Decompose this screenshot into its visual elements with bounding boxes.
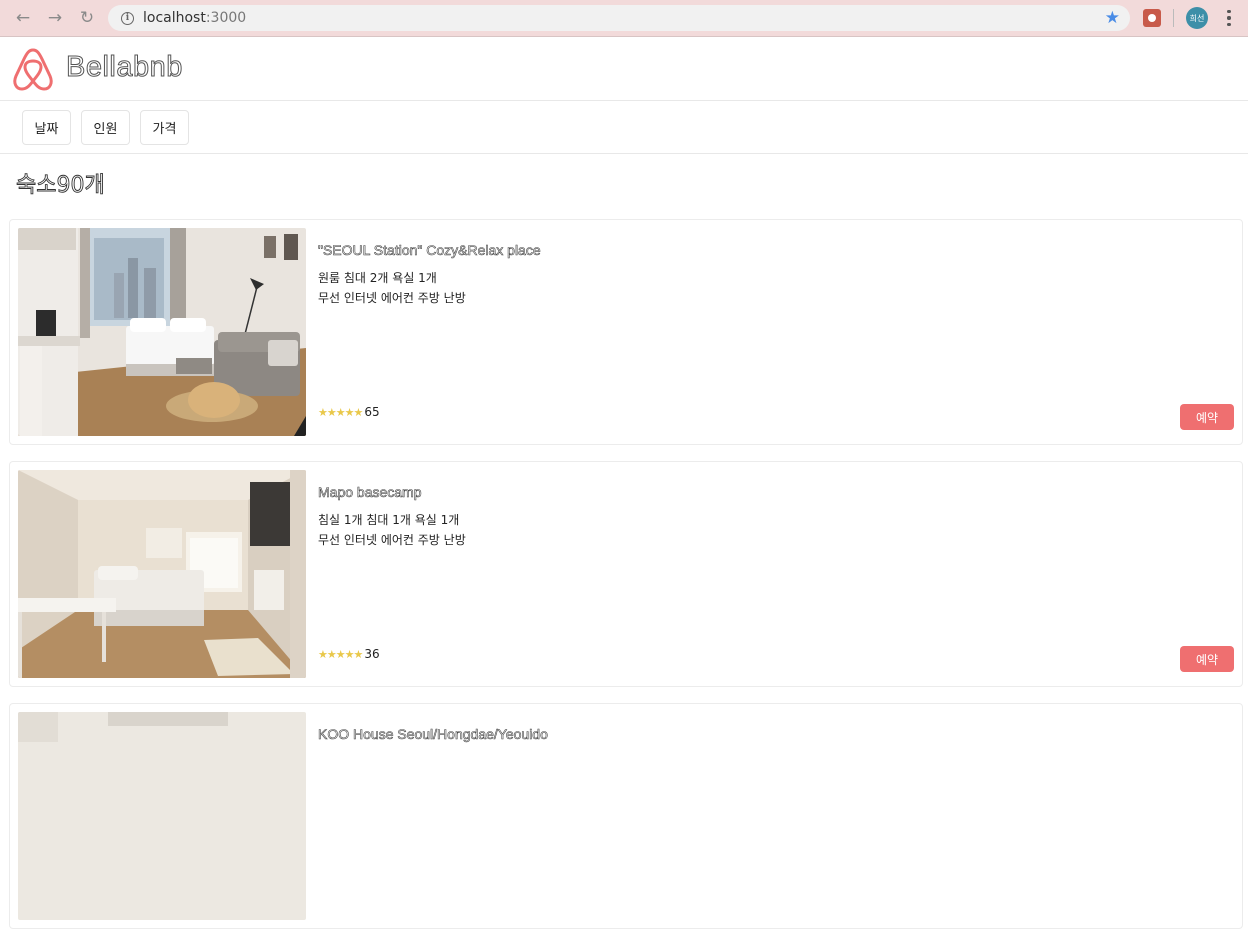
book-button[interactable]: 예약 (1180, 646, 1234, 672)
back-icon[interactable]: ← (12, 7, 34, 29)
filter-date-button[interactable]: 날짜 (22, 110, 71, 145)
app-header: Bellabnb (0, 37, 1248, 101)
site-info-icon[interactable]: i (121, 11, 134, 25)
profile-avatar[interactable]: 희선 (1186, 7, 1208, 29)
listing-rating: ★★★★★ 36 (318, 647, 380, 661)
reload-icon[interactable]: ↻ (76, 7, 98, 29)
browser-menu-icon[interactable] (1222, 7, 1236, 29)
listing-rooms: 침실 1개 침대 1개 욕실 1개 (318, 513, 460, 527)
bookmark-star-icon[interactable]: ★ (1105, 8, 1120, 28)
listing-rooms: 원룸 침대 2개 욕실 1개 (318, 271, 437, 285)
rating-stars-icon: ★★★★★ (318, 405, 363, 419)
rating-stars-icon: ★★★★★ (318, 647, 363, 661)
url-text[interactable]: localhost:3000 (143, 10, 246, 26)
listing-photo[interactable] (18, 712, 306, 920)
address-bar[interactable]: i localhost:3000 ★ (108, 5, 1130, 31)
listing-photo[interactable] (18, 470, 306, 678)
browser-toolbar: ← → ↻ i localhost:3000 ★ 희선 (0, 0, 1248, 37)
logo-icon[interactable] (12, 46, 54, 92)
review-count: 65 (364, 405, 380, 419)
listing-card[interactable]: KOO House Seoul/Hongdae/Yeouido (9, 703, 1243, 929)
listing-card[interactable]: Mapo basecamp 침실 1개 침대 1개 욕실 1개 무선 인터넷 에… (9, 461, 1243, 687)
listing-count-title: 숙소90개 (16, 173, 106, 199)
brand-name[interactable]: Bellabnb (66, 51, 183, 84)
listing-amenities: 무선 인터넷 에어컨 주방 난방 (318, 291, 466, 305)
review-count: 36 (364, 647, 380, 661)
forward-icon[interactable]: → (44, 7, 66, 29)
toolbar-divider (1173, 9, 1174, 27)
listing-title[interactable]: "SEOUL Station" Cozy&Relax place (318, 242, 541, 259)
listing-card[interactable]: "SEOUL Station" Cozy&Relax place 원룸 침대 2… (9, 219, 1243, 445)
listing-title[interactable]: Mapo basecamp (318, 484, 422, 501)
listing-photo[interactable] (18, 228, 306, 436)
extension-icon[interactable] (1143, 9, 1161, 27)
filter-bar: 날짜 인원 가격 (0, 102, 1248, 154)
listing-rating: ★★★★★ 65 (318, 405, 380, 419)
filter-price-button[interactable]: 가격 (140, 110, 189, 145)
filter-guests-button[interactable]: 인원 (81, 110, 130, 145)
book-button[interactable]: 예약 (1180, 404, 1234, 430)
listing-amenities: 무선 인터넷 에어컨 주방 난방 (318, 533, 466, 547)
